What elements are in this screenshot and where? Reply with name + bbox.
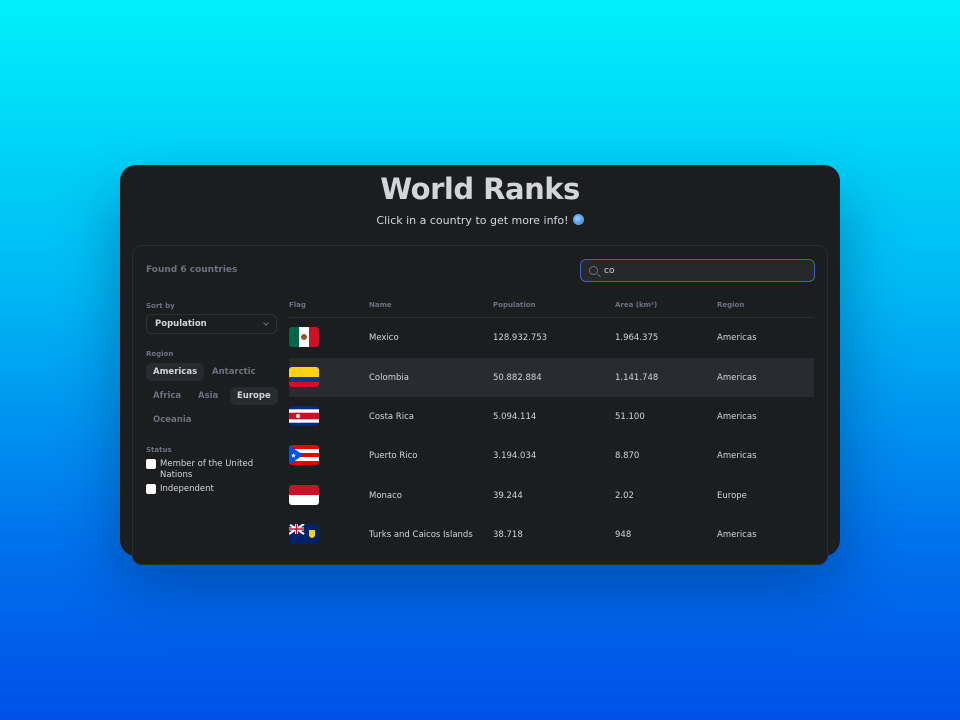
country-name: Colombia — [369, 372, 409, 383]
country-region: Americas — [717, 450, 757, 461]
country-population: 5.094.114 — [493, 411, 537, 422]
globe-icon — [572, 214, 584, 225]
column-header-name: Name — [369, 301, 392, 309]
column-header-flag: Flag — [289, 301, 306, 309]
colombia-flag — [289, 367, 319, 387]
country-name: Monaco — [369, 490, 403, 501]
region-label: Region — [146, 350, 174, 358]
chevron-down-icon — [263, 320, 269, 326]
country-population: 39.244 — [493, 490, 523, 501]
table-row[interactable]: Turks and Caicos Islands 38.718 948 Amer… — [289, 515, 814, 554]
costa-rica-flag — [289, 406, 319, 426]
country-name: Costa Rica — [369, 411, 414, 422]
subtitle-text: Click in a country to get more info! — [376, 214, 569, 227]
country-name: Puerto Rico — [369, 450, 418, 461]
region-chip-asia[interactable]: Asia — [191, 387, 225, 405]
un-member-checkbox[interactable] — [146, 459, 156, 469]
sort-select[interactable]: Population — [146, 314, 277, 334]
region-chip-africa[interactable]: Africa — [146, 387, 188, 405]
sort-select-value: Population — [155, 319, 207, 329]
region-chip-europe[interactable]: Europe — [230, 387, 278, 405]
turks-and-caicos-flag — [289, 524, 319, 544]
country-region: Americas — [717, 529, 757, 540]
country-area: 948 — [615, 529, 632, 540]
country-area: 1.964.375 — [615, 332, 659, 343]
country-region: Americas — [717, 332, 757, 343]
search-icon — [589, 266, 598, 275]
country-population: 3.194.034 — [493, 450, 537, 461]
status-label: Status — [146, 446, 172, 454]
table-row[interactable]: Monaco 39.244 2.02 Europe — [289, 476, 814, 515]
table-row[interactable]: Mexico 128.932.753 1.964.375 Americas — [289, 318, 814, 357]
results-count: Found 6 countries — [146, 265, 238, 275]
country-population: 128.932.753 — [493, 332, 548, 343]
country-region: Americas — [717, 372, 757, 383]
column-header-population: Population — [493, 301, 536, 309]
table-row[interactable]: Colombia 50.882.884 1.141.748 Americas — [289, 358, 814, 397]
un-member-label: Member of the United Nations — [160, 459, 254, 480]
country-area: 51.100 — [615, 411, 645, 422]
search-box[interactable] — [580, 259, 815, 282]
region-chip-antarctic[interactable]: Antarctic — [205, 363, 263, 381]
table-row[interactable]: Costa Rica 5.094.114 51.100 Americas — [289, 397, 814, 436]
country-population: 50.882.884 — [493, 372, 542, 383]
monaco-flag — [289, 485, 319, 505]
region-chip-oceania[interactable]: Oceania — [146, 411, 198, 429]
page-subtitle: Click in a country to get more info! — [0, 214, 960, 227]
country-region: Americas — [717, 411, 757, 422]
country-name: Turks and Caicos Islands — [369, 529, 473, 540]
search-input[interactable] — [604, 265, 794, 276]
country-area: 2.02 — [615, 490, 634, 501]
independent-checkbox[interactable] — [146, 484, 156, 494]
region-chip-americas[interactable]: Americas — [146, 363, 205, 381]
country-population: 38.718 — [493, 529, 523, 540]
sort-by-label: Sort by — [146, 302, 175, 310]
independent-label: Independent — [160, 484, 214, 494]
country-area: 8.870 — [615, 450, 640, 461]
page-title: World Ranks — [380, 172, 580, 206]
country-name: Mexico — [369, 332, 399, 343]
table-row[interactable]: Puerto Rico 3.194.034 8.870 Americas — [289, 436, 814, 475]
puerto-rico-flag — [289, 445, 319, 465]
column-header-area: Area (km²) — [615, 301, 658, 309]
country-region: Europe — [717, 490, 747, 501]
mexico-flag — [289, 327, 319, 347]
column-header-region: Region — [717, 301, 745, 309]
country-area: 1.141.748 — [615, 372, 659, 383]
